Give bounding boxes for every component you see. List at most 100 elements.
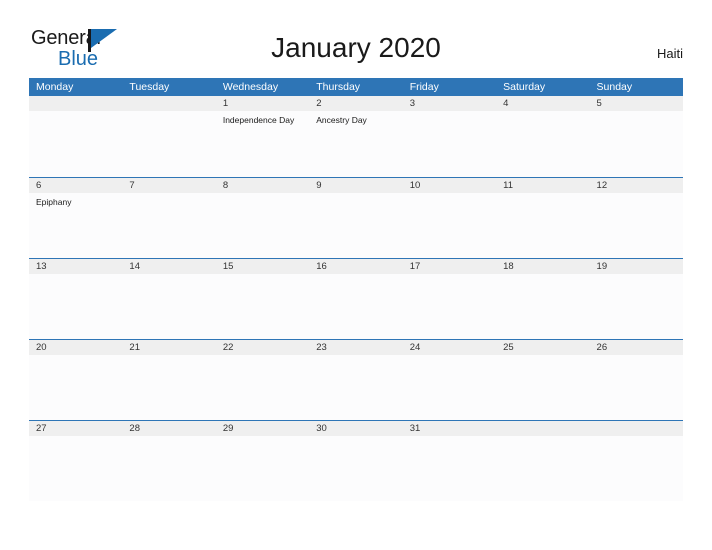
- country-label: Haiti: [656, 46, 683, 61]
- weekday-header-saturday: Saturday: [503, 81, 546, 93]
- day-cell-27[interactable]: [29, 436, 122, 502]
- holiday-label: Independence Day: [222, 115, 295, 125]
- day-number-empty: [29, 96, 122, 111]
- day-number-empty: [590, 421, 683, 436]
- day-number-empty: [496, 421, 589, 436]
- day-cell-10[interactable]: [403, 193, 496, 259]
- page-title: January 2020: [271, 32, 441, 63]
- day-cell-empty: [29, 111, 122, 177]
- day-number-20[interactable]: 20: [29, 340, 122, 355]
- day-number-18[interactable]: 18: [496, 259, 589, 274]
- calendar-week-row: 20 21 22 23 24 25 26: [29, 339, 683, 420]
- day-cell-21[interactable]: [122, 355, 215, 421]
- day-cell-23[interactable]: [309, 355, 402, 421]
- day-cell-12[interactable]: [590, 193, 683, 259]
- day-cell-26[interactable]: [590, 355, 683, 421]
- day-number-3[interactable]: 3: [403, 96, 496, 111]
- day-number-8[interactable]: 8: [216, 178, 309, 193]
- day-cell-31[interactable]: [403, 436, 496, 502]
- day-cell-4[interactable]: [496, 111, 589, 177]
- calendar-week-row: 1 2 3 4 5 Independence Day Ancestry Day: [29, 96, 683, 177]
- day-number-31[interactable]: 31: [403, 421, 496, 436]
- weekday-header-thursday: Thursday: [316, 81, 361, 93]
- day-cell-11[interactable]: [496, 193, 589, 259]
- day-events-band: [29, 274, 683, 340]
- day-cell-17[interactable]: [403, 274, 496, 340]
- day-number-26[interactable]: 26: [590, 340, 683, 355]
- calendar-week-row: 13 14 15 16 17 18 19: [29, 258, 683, 339]
- day-number-5[interactable]: 5: [590, 96, 683, 111]
- calendar-week-row: 27 28 29 30 31: [29, 420, 683, 501]
- calendar-grid: Monday Tuesday Wednesday Thursday Friday Satu…: [29, 78, 683, 501]
- day-cell-14[interactable]: [122, 274, 215, 340]
- day-events-band: [29, 355, 683, 421]
- day-cell-empty: [122, 111, 215, 177]
- holiday-label: Ancestry Day: [316, 115, 367, 125]
- day-number-23[interactable]: 23: [309, 340, 402, 355]
- day-number-30[interactable]: 30: [309, 421, 402, 436]
- day-number-25[interactable]: 25: [496, 340, 589, 355]
- weekday-header-sunday: Sunday: [596, 81, 633, 93]
- calendar-week-row: 6 7 8 9 10 11 12 Epiphany: [29, 177, 683, 258]
- day-number-band: 20 21 22 23 24 25 26: [29, 340, 683, 355]
- day-cell-18[interactable]: [496, 274, 589, 340]
- day-cell-7[interactable]: [122, 193, 215, 259]
- day-number-21[interactable]: 21: [122, 340, 215, 355]
- day-number-24[interactable]: 24: [403, 340, 496, 355]
- holiday-label: Epiphany: [36, 197, 72, 207]
- day-number-19[interactable]: 19: [590, 259, 683, 274]
- day-number-14[interactable]: 14: [122, 259, 215, 274]
- day-cell-2[interactable]: Ancestry Day: [309, 111, 402, 177]
- day-cell-8[interactable]: [216, 193, 309, 259]
- day-number-band: 6 7 8 9 10 11 12: [29, 178, 683, 193]
- weekday-header-row: Monday Tuesday Wednesday Thursday Friday Satu…: [29, 78, 683, 96]
- day-cell-25[interactable]: [496, 355, 589, 421]
- day-number-band: 12345: [29, 96, 683, 111]
- day-number-17[interactable]: 17: [403, 259, 496, 274]
- day-cell-9[interactable]: [309, 193, 402, 259]
- calendar-page: General Blue January 2020 Haiti Monday Tu…: [0, 0, 712, 550]
- day-cell-28[interactable]: [122, 436, 215, 502]
- day-cell-15[interactable]: [216, 274, 309, 340]
- day-cell-3[interactable]: [403, 111, 496, 177]
- weekday-header-wednesday: Wednesday: [222, 81, 279, 93]
- day-cell-1[interactable]: Independence Day: [216, 111, 309, 177]
- day-cell-20[interactable]: [29, 355, 122, 421]
- day-cell-24[interactable]: [403, 355, 496, 421]
- day-number-10[interactable]: 10: [403, 178, 496, 193]
- day-number-11[interactable]: 11: [496, 178, 589, 193]
- page-header: General Blue January 2020 Haiti: [0, 0, 712, 78]
- day-number-7[interactable]: 7: [122, 178, 215, 193]
- day-number-4[interactable]: 4: [496, 96, 589, 111]
- day-number-2[interactable]: 2: [309, 96, 402, 111]
- day-number-29[interactable]: 29: [216, 421, 309, 436]
- day-number-13[interactable]: 13: [29, 259, 122, 274]
- day-number-16[interactable]: 16: [309, 259, 402, 274]
- day-number-1[interactable]: 1: [216, 96, 309, 111]
- weekday-header-tuesday: Tuesday: [129, 81, 170, 93]
- day-number-empty: [122, 96, 215, 111]
- day-events-band: [29, 436, 683, 502]
- day-cell-16[interactable]: [309, 274, 402, 340]
- day-number-6[interactable]: 6: [29, 178, 122, 193]
- weekday-header-friday: Friday: [409, 81, 439, 93]
- day-number-9[interactable]: 9: [309, 178, 402, 193]
- day-cell-5[interactable]: [590, 111, 683, 177]
- day-number-15[interactable]: 15: [216, 259, 309, 274]
- day-number-12[interactable]: 12: [590, 178, 683, 193]
- calendar-weeks: 1 2 3 4 5 Independence Day Ancestry Day 6 7 8 9 10 1…: [29, 96, 683, 501]
- day-cell-30[interactable]: [309, 436, 402, 502]
- day-cell-6[interactable]: Epiphany: [29, 193, 122, 259]
- day-number-27[interactable]: 27: [29, 421, 122, 436]
- day-cell-13[interactable]: [29, 274, 122, 340]
- day-cell-19[interactable]: [590, 274, 683, 340]
- day-number-22[interactable]: 22: [216, 340, 309, 355]
- day-cell-empty: [496, 436, 589, 502]
- day-number-28[interactable]: 28: [122, 421, 215, 436]
- weekday-header-monday: Monday: [36, 81, 74, 93]
- day-number-band: 27 28 29 30 31: [29, 421, 683, 436]
- day-cell-22[interactable]: [216, 355, 309, 421]
- day-cell-29[interactable]: [216, 436, 309, 502]
- day-events-band: Independence Day Ancestry Day: [29, 111, 683, 177]
- day-events-band: Epiphany: [29, 193, 683, 259]
